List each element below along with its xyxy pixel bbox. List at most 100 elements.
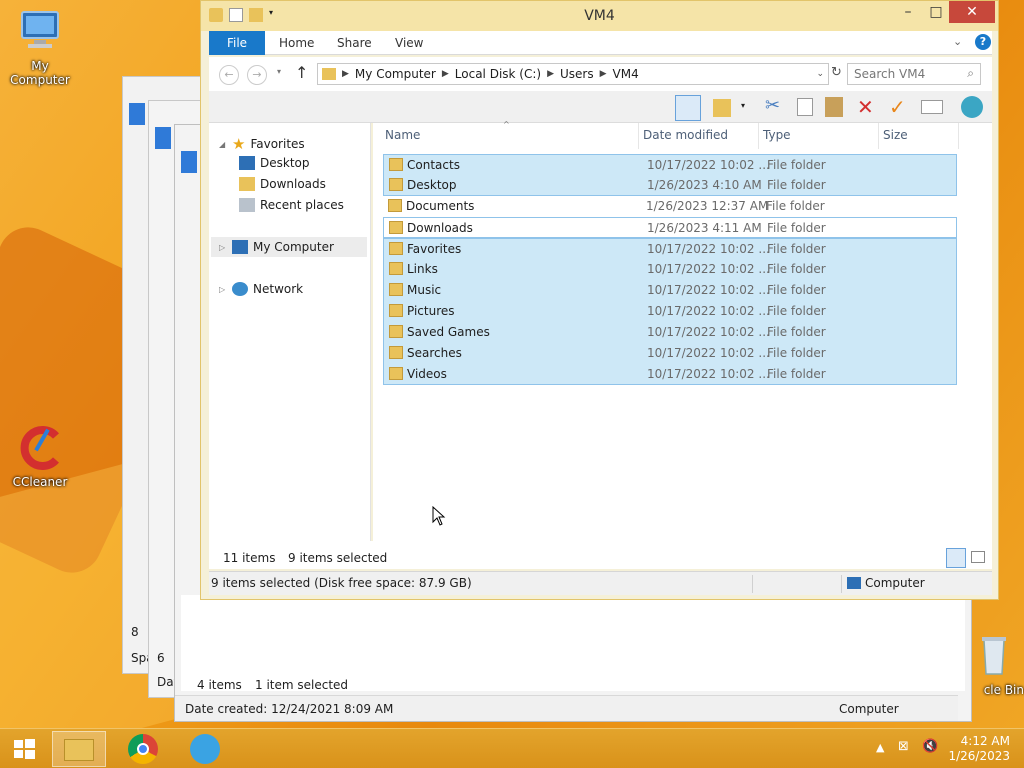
rename-icon[interactable]	[921, 100, 943, 114]
nav-recent-places[interactable]: Recent places	[239, 198, 344, 212]
nav-desktop[interactable]: Desktop	[239, 156, 310, 170]
address-box[interactable]: ▶ My Computer ▶ Local Disk (C:) ▶ Users …	[317, 63, 829, 85]
column-header-date[interactable]: Date modified	[639, 123, 759, 149]
close-button[interactable]: ✕	[949, 1, 995, 23]
desktop-icon	[239, 156, 255, 170]
chevron-right-icon: ▶	[547, 69, 554, 79]
status-divider	[841, 575, 842, 593]
start-button[interactable]	[4, 731, 44, 767]
file-name: Desktop	[407, 178, 457, 192]
table-row[interactable]: Downloads 1/26/2023 4:11 AM File folder	[383, 217, 957, 238]
column-header-size[interactable]: Size	[879, 123, 959, 149]
large-icons-view-icon[interactable]	[971, 551, 985, 563]
breadcrumb-item[interactable]: VM4	[613, 67, 639, 81]
toolbar: ▾ ✂ ✕ ✓	[209, 91, 992, 123]
file-name: Pictures	[407, 304, 455, 318]
table-row[interactable]: Contacts 10/17/2022 10:02 ... File folder	[383, 154, 957, 175]
maximize-button[interactable]: □	[919, 1, 953, 23]
folder-icon	[389, 283, 403, 296]
star-icon: ★	[232, 135, 246, 153]
computer-icon	[232, 240, 248, 254]
help-icon[interactable]: ?	[975, 34, 991, 50]
table-row[interactable]: Links 10/17/2022 10:02 ... File folder	[383, 259, 957, 280]
taskbar-chrome[interactable]	[116, 731, 170, 767]
table-row[interactable]: Searches 10/17/2022 10:02 ... File folder	[383, 343, 957, 364]
back-button[interactable]: ←	[219, 65, 239, 85]
window-strip	[155, 127, 171, 149]
details-view-icon[interactable]	[946, 548, 966, 568]
copy-icon[interactable]	[797, 98, 813, 116]
title-bar[interactable]: ▾ VM4 – □ ✕	[201, 1, 998, 31]
clock[interactable]: 4:12 AM 1/26/2023	[948, 734, 1010, 764]
folder-options-icon[interactable]	[713, 99, 731, 117]
clock-date: 1/26/2023	[948, 749, 1010, 763]
breadcrumb-item[interactable]: Local Disk (C:)	[455, 67, 541, 81]
volume-muted-icon[interactable]: 🔇	[922, 739, 938, 754]
desktop-icon-ccleaner[interactable]: CCleaner	[0, 424, 80, 489]
file-explorer-window[interactable]: ▾ VM4 – □ ✕ File Home Share View ⌄ ? ← →…	[200, 0, 999, 600]
globe-icon[interactable]	[961, 96, 983, 118]
recycle-bin-icon	[982, 637, 1006, 675]
selected-count: 9 items selected	[288, 551, 388, 565]
table-row[interactable]: Pictures 10/17/2022 10:02 ... File folder	[383, 301, 957, 322]
table-row[interactable]: Videos 10/17/2022 10:02 ... File folder	[383, 364, 957, 385]
folder-icon	[389, 262, 403, 275]
table-row[interactable]: Documents 1/26/2023 12:37 AM File folder	[383, 196, 957, 217]
item-count: 4 items	[197, 678, 242, 692]
file-date-modified: 1/26/2023 4:11 AM	[647, 221, 762, 235]
cut-icon[interactable]: ✂	[765, 95, 791, 121]
network-status-icon[interactable]: ⊠	[898, 739, 909, 754]
folder-icon	[322, 68, 336, 80]
status-text: Date created: 12/24/2021 8:09 AM	[185, 702, 394, 716]
file-list[interactable]: Name ^ Date modified Type Size Contacts 1…	[373, 120, 992, 541]
expand-arrow-icon[interactable]: ◢	[219, 140, 227, 149]
refresh-icon[interactable]: ↻	[831, 65, 842, 80]
show-hidden-icons-icon[interactable]: ▲	[876, 741, 884, 754]
file-date-modified: 10/17/2022 10:02 ...	[647, 346, 770, 360]
search-icon: ⌕	[967, 66, 974, 80]
column-header-name[interactable]: Name	[381, 123, 639, 149]
search-input[interactable]: Search VM4 ⌕	[847, 63, 981, 85]
checkmark-icon[interactable]: ✓	[889, 95, 915, 121]
file-type: File folder	[767, 325, 826, 339]
up-button[interactable]: ↑	[295, 63, 308, 82]
chevron-down-icon[interactable]: ⌄	[816, 69, 824, 79]
tab-view[interactable]: View	[395, 31, 423, 55]
table-row[interactable]: Favorites 10/17/2022 10:02 ... File folder	[383, 238, 957, 259]
desktop-icon-label: CCleaner	[12, 475, 68, 489]
table-row[interactable]: Saved Games 10/17/2022 10:02 ... File fold…	[383, 322, 957, 343]
nav-my-computer[interactable]: ▷ My Computer	[219, 240, 334, 254]
desktop-icon-label: My Computer	[10, 59, 70, 87]
nav-network[interactable]: ▷ Network	[219, 282, 303, 296]
forward-button[interactable]: →	[247, 65, 267, 85]
column-header-type[interactable]: Type	[759, 123, 879, 149]
folder-icon	[389, 158, 403, 171]
expand-arrow-icon[interactable]: ▷	[219, 285, 227, 294]
breadcrumb-item[interactable]: Users	[560, 67, 594, 81]
ribbon-expand-icon[interactable]: ⌄	[953, 35, 962, 48]
tab-file[interactable]: File	[209, 31, 265, 55]
taskbar-ie[interactable]	[178, 731, 232, 767]
nav-downloads[interactable]: Downloads	[239, 177, 326, 191]
tab-share[interactable]: Share	[337, 31, 372, 55]
table-row[interactable]: Music 10/17/2022 10:02 ... File folder	[383, 280, 957, 301]
nav-favorites[interactable]: ◢ ★ Favorites	[219, 135, 305, 153]
ccleaner-icon	[20, 426, 59, 470]
paste-icon[interactable]	[825, 97, 843, 117]
preview-pane-icon[interactable]	[675, 95, 701, 121]
table-row[interactable]: Desktop 1/26/2023 4:10 AM File folder	[383, 175, 957, 196]
taskbar-file-explorer[interactable]	[52, 731, 106, 767]
breadcrumb-item[interactable]: My Computer	[355, 67, 436, 81]
status-location: Computer	[839, 702, 899, 716]
truncated-label: 6	[157, 651, 165, 665]
tab-home[interactable]: Home	[279, 31, 314, 55]
navigation-pane: ◢ ★ Favorites Desktop Downloads Recent p…	[209, 123, 371, 541]
file-type: File folder	[767, 283, 826, 297]
desktop-icon-my-computer[interactable]: My Computer	[0, 8, 80, 87]
expand-arrow-icon[interactable]: ▷	[219, 243, 227, 252]
recent-locations-icon[interactable]: ▾	[277, 67, 281, 76]
delete-icon[interactable]: ✕	[857, 95, 883, 121]
file-name: Music	[407, 283, 442, 297]
ribbon-tabs: File Home Share View ⌄ ?	[209, 31, 992, 55]
chevron-down-icon[interactable]: ▾	[741, 101, 745, 110]
